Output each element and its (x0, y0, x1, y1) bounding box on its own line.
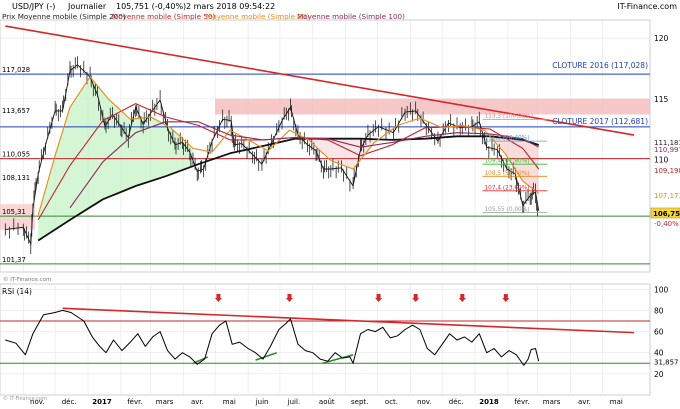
rsi-y-tick-label: 100 (654, 285, 669, 294)
fib-label: 107,4 (23,60%) (484, 185, 529, 191)
left-level-label: 105,31 (2, 208, 26, 216)
resistance-zone (215, 98, 650, 115)
fib-label: 113,3 (100,00%) (484, 114, 533, 120)
period-label: Journalier (67, 2, 107, 11)
x-tick-label: mars (156, 398, 174, 406)
x-tick-label: déc. (449, 398, 464, 406)
x-tick-label: juin (255, 398, 269, 406)
x-tick-label: déc. (62, 398, 77, 406)
x-tick-label: nov. (30, 398, 45, 406)
x-tick-label: mai (223, 398, 236, 406)
cloture-2017-label: CLOTURE 2017 (112,681) (552, 117, 648, 126)
rsi-y-tick-label: 80 (654, 306, 664, 315)
x-tick-label: mai (610, 398, 623, 406)
rsi-y-tick-label: 40 (654, 349, 664, 358)
right-level-label: 109,198 (654, 167, 680, 175)
main-watermark: © IT-Finance.com (3, 276, 51, 283)
right-level-label: 107,171 (654, 192, 680, 200)
left-level-label: 110,055 (2, 151, 30, 159)
x-tick-label: févr. (514, 398, 529, 406)
timestamp: 2 mars 2018 09:54:22 (186, 2, 275, 11)
fib-label: 109,4 (61,80%) (484, 159, 529, 165)
rsi-title: RSI (14) (2, 287, 32, 296)
usdjpy-chart: USD/JPY (-) Journalier 105,751 (-0,40%) … (0, 0, 680, 409)
x-tick-label: juil. (287, 398, 301, 406)
rsi-last-value: 31,857 (654, 358, 679, 366)
fib-label: 111,3 (76,40%) (484, 136, 529, 142)
y-tick-label: 115 (654, 95, 669, 104)
x-tick-label: févr. (127, 398, 142, 406)
x-tick-label: 2018 (479, 398, 499, 406)
symbol-name: USD/JPY (-) (12, 2, 55, 11)
x-tick-label: mars (543, 398, 561, 406)
y-tick-label: 110 (654, 155, 669, 164)
x-tick-label: août (319, 398, 335, 406)
right-level-label: -0,40% (654, 220, 679, 228)
rsi-y-tick-label: 20 (654, 370, 664, 379)
left-level-label: 101,37 (2, 256, 26, 264)
x-tick-label: sept. (351, 398, 368, 406)
quote-value: 105,751 (-0,40%) (116, 2, 186, 11)
last-price-label: 106,751 (653, 210, 680, 218)
x-tick-label: oct. (385, 398, 398, 406)
fib-label: 105,55 (0,00%) (484, 207, 529, 213)
left-level-label: 113,657 (2, 107, 30, 115)
x-tick-label: avr. (191, 398, 204, 406)
rsi-y-tick-label: 60 (654, 328, 664, 337)
y-tick-label: 120 (654, 34, 669, 43)
brand-label: IT-Finance.com (617, 2, 677, 11)
right-level-label: 110,997 (654, 146, 680, 154)
left-level-label: 108,131 (2, 174, 30, 182)
x-tick-label: nov. (417, 398, 432, 406)
x-tick-label: 2017 (92, 398, 112, 406)
left-level-label: 117,028 (2, 66, 30, 74)
x-tick-label: avr. (578, 398, 591, 406)
fib-label: 108,5 (50,00%) (484, 171, 529, 177)
cloture-2016-label: CLOTURE 2016 (117,028) (552, 61, 648, 70)
